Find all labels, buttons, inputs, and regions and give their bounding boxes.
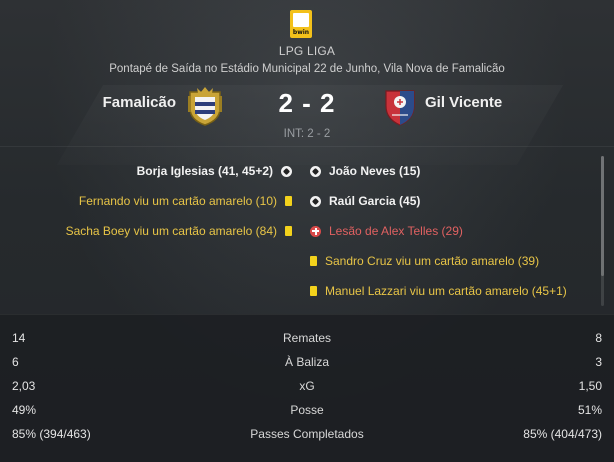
events-scrollbar[interactable]	[601, 156, 604, 306]
home-event-goal[interactable]: Borja Iglesias (41, 45+2)	[66, 156, 292, 186]
away-event-goal[interactable]: João Neves (15)	[310, 156, 567, 186]
divider	[0, 146, 614, 147]
away-event-yellow-card[interactable]: Sandro Cruz viu um cartão amarelo (39)	[310, 246, 567, 276]
event-text: João Neves (15)	[329, 164, 421, 178]
league-name: LPG LIGA	[278, 44, 336, 58]
stat-away-value: 85% (404/473)	[523, 427, 602, 441]
home-event-yellow-card[interactable]: Fernando viu um cartão amarelo (10)	[66, 186, 292, 216]
stat-label: Passes Completados	[250, 427, 364, 441]
yellow-card-icon	[310, 256, 317, 266]
event-text: Lesão de Alex Telles (29)	[329, 224, 463, 238]
half-time-score: INT: 2 - 2	[283, 128, 331, 140]
match-score: 2 - 2	[278, 88, 336, 118]
stat-row-xg: 2,03 xG 1,50	[0, 375, 614, 399]
stat-away-value: 51%	[577, 403, 602, 417]
event-text: Borja Iglesias (41, 45+2)	[136, 164, 273, 178]
league-logo-emblem	[293, 13, 309, 27]
stat-label: xG	[299, 379, 315, 393]
yellow-card-icon	[310, 286, 317, 296]
stat-label: Remates	[282, 331, 332, 345]
away-event-yellow-card[interactable]: Manuel Lazzari viu um cartão amarelo (45…	[310, 276, 567, 306]
away-team-crest-icon[interactable]	[381, 86, 419, 126]
league-logo: bwin	[290, 10, 312, 38]
stat-row-possession: 49% Posse 51%	[0, 399, 614, 423]
away-events-list: João Neves (15) Raúl Garcia (45) Lesão d…	[310, 156, 567, 306]
stat-label: À Baliza	[284, 355, 330, 369]
stat-row-passes: 85% (394/463) Passes Completados 85% (40…	[0, 423, 614, 447]
away-team-name[interactable]: Gil Vicente	[425, 94, 502, 111]
injury-cross-icon	[310, 225, 321, 237]
league-logo-brand: bwin	[292, 29, 310, 36]
away-event-goal[interactable]: Raúl Garcia (45)	[310, 186, 567, 216]
stat-row-on-target: 6 À Baliza 3	[0, 351, 614, 375]
stat-away-value: 1,50	[578, 379, 602, 393]
away-event-injury[interactable]: Lesão de Alex Telles (29)	[310, 216, 567, 246]
stat-away-value: 3	[595, 355, 602, 369]
home-event-yellow-card[interactable]: Sacha Boey viu um cartão amarelo (84)	[66, 216, 292, 246]
scrollbar-thumb[interactable]	[601, 156, 604, 276]
ball-icon	[310, 165, 321, 177]
event-text: Sacha Boey viu um cartão amarelo (84)	[65, 224, 277, 238]
venue-text: Pontapé de Saída no Estádio Municipal 22…	[109, 63, 505, 75]
event-text: Raúl Garcia (45)	[329, 194, 421, 208]
event-text: Fernando viu um cartão amarelo (10)	[78, 194, 277, 208]
yellow-card-icon	[285, 196, 292, 206]
stat-away-value: 8	[595, 331, 602, 345]
stat-label: Posse	[290, 403, 324, 417]
ball-icon	[281, 165, 292, 177]
ball-icon	[310, 195, 321, 207]
event-text: Manuel Lazzari viu um cartão amarelo (45…	[325, 284, 567, 298]
yellow-card-icon	[285, 226, 292, 236]
match-stats-panel: 14 Remates 8 6 À Baliza 3 2,03 xG 1,50 4…	[0, 314, 614, 462]
stat-row-shots: 14 Remates 8	[0, 327, 614, 351]
event-text: Sandro Cruz viu um cartão amarelo (39)	[325, 254, 540, 268]
home-events-list: Borja Iglesias (41, 45+2) Fernando viu u…	[66, 156, 292, 246]
